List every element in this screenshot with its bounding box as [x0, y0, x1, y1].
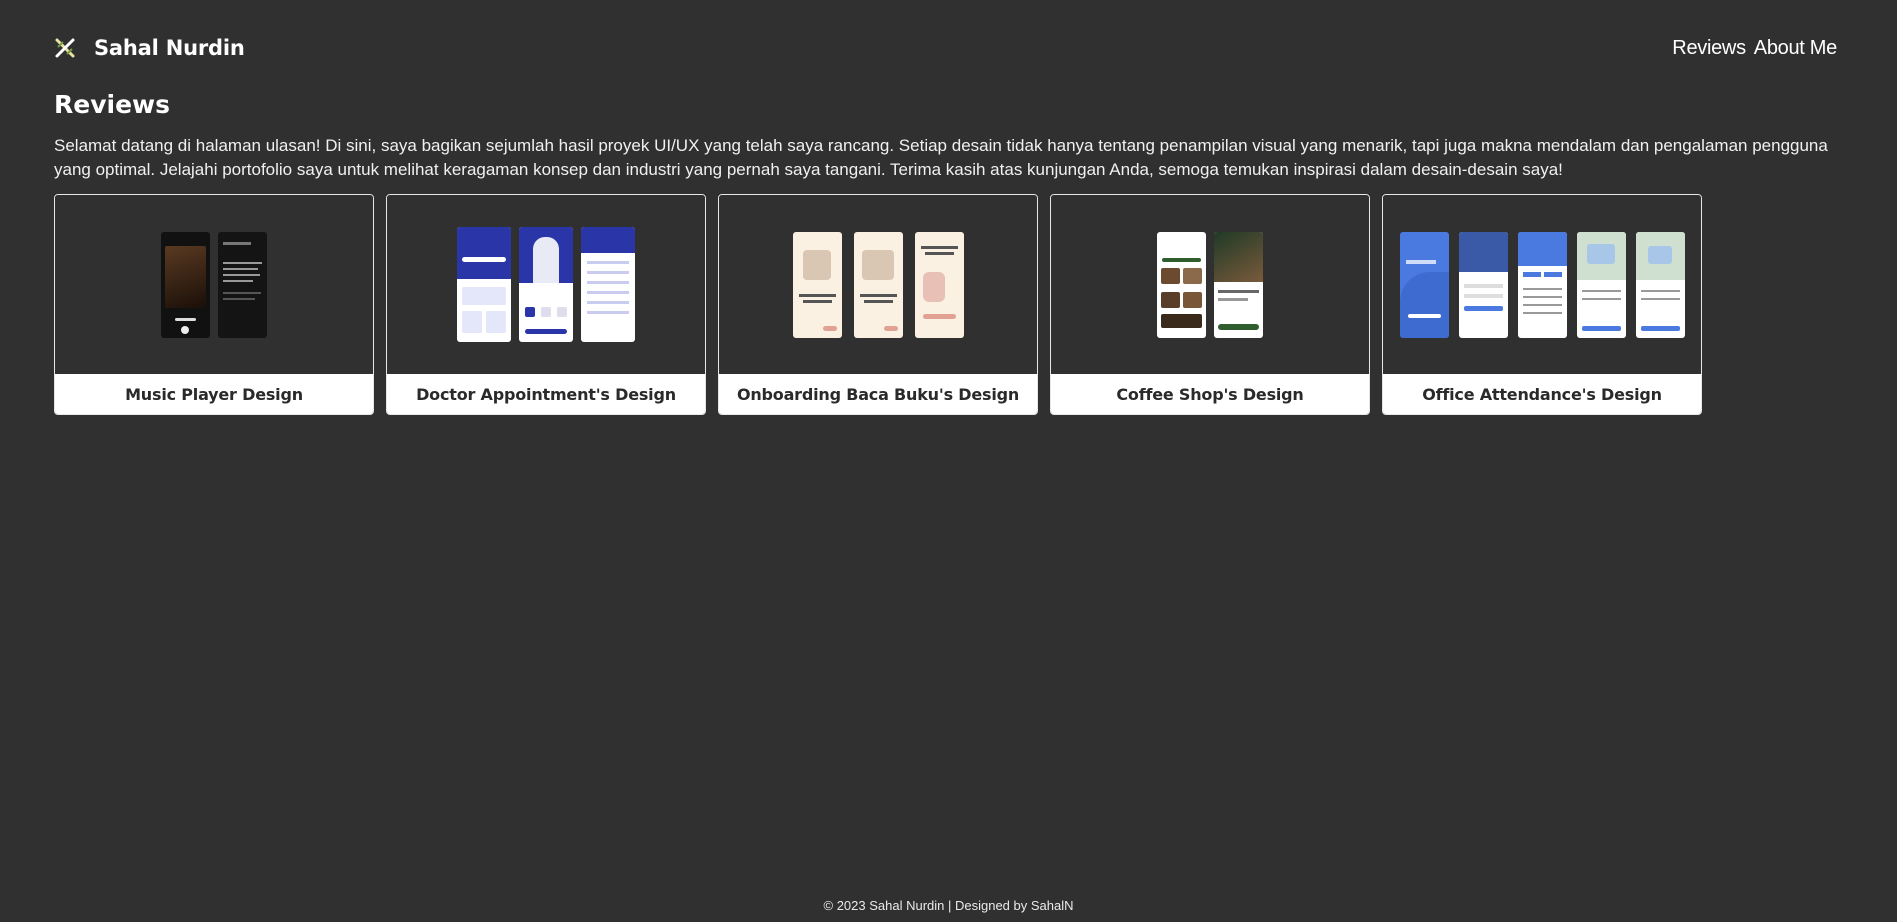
phone-mockup — [519, 227, 573, 342]
card-thumbnail — [55, 195, 373, 374]
design-card-music-player[interactable]: Music Player Design — [54, 194, 374, 415]
phone-mockup — [1214, 231, 1263, 338]
page-title: Reviews — [54, 90, 171, 119]
card-title: Coffee Shop's Design — [1051, 374, 1369, 414]
phone-mockup — [218, 231, 267, 338]
footer: © 2023 Sahal Nurdin | Designed by SahalN — [0, 898, 1897, 913]
phone-mockup — [581, 227, 635, 342]
card-thumbnail — [1051, 195, 1369, 374]
phone-mockup — [792, 231, 842, 338]
phone-mockup — [1576, 231, 1626, 338]
card-title: Music Player Design — [55, 374, 373, 414]
design-card-coffee-shop[interactable]: Coffee Shop's Design — [1050, 194, 1370, 415]
intro-paragraph: Selamat datang di halaman ulasan! Di sin… — [54, 136, 1828, 179]
phone-mockup — [161, 231, 210, 338]
phone-mockup — [1635, 231, 1685, 338]
nav-link-reviews[interactable]: Reviews — [1672, 37, 1746, 60]
phone-mockup — [1399, 231, 1449, 338]
phone-mockup — [1517, 231, 1567, 338]
brand-name: Sahal Nurdin — [94, 36, 245, 60]
phone-mockup — [457, 227, 511, 342]
footer-copyright: © 2023 Sahal Nurdin | Designed by SahalN — [823, 898, 1074, 913]
design-card-list: Music Player Design Doctor Appointment's… — [54, 194, 1702, 415]
design-card-onboarding-baca-buku[interactable]: Onboarding Baca Buku's Design — [718, 194, 1038, 415]
main-nav: Reviews About Me — [1672, 37, 1837, 60]
phone-mockup — [1157, 231, 1206, 338]
site-header: Sahal Nurdin Reviews About Me — [54, 30, 1837, 66]
brand[interactable]: Sahal Nurdin — [54, 36, 245, 60]
design-card-office-attendance[interactable]: Office Attendance's Design — [1382, 194, 1702, 415]
nav-link-about-me[interactable]: About Me — [1754, 37, 1838, 60]
phone-mockup — [853, 231, 903, 338]
design-card-doctor-appointment[interactable]: Doctor Appointment's Design — [386, 194, 706, 415]
card-title: Office Attendance's Design — [1383, 374, 1701, 414]
card-thumbnail — [1383, 195, 1701, 374]
card-title: Doctor Appointment's Design — [387, 374, 705, 414]
phone-mockup — [914, 231, 964, 338]
card-thumbnail — [719, 195, 1037, 374]
card-thumbnail — [387, 195, 705, 374]
phone-mockup — [1458, 231, 1508, 338]
card-title: Onboarding Baca Buku's Design — [719, 374, 1037, 414]
crossed-swords-logo-icon — [55, 38, 75, 58]
